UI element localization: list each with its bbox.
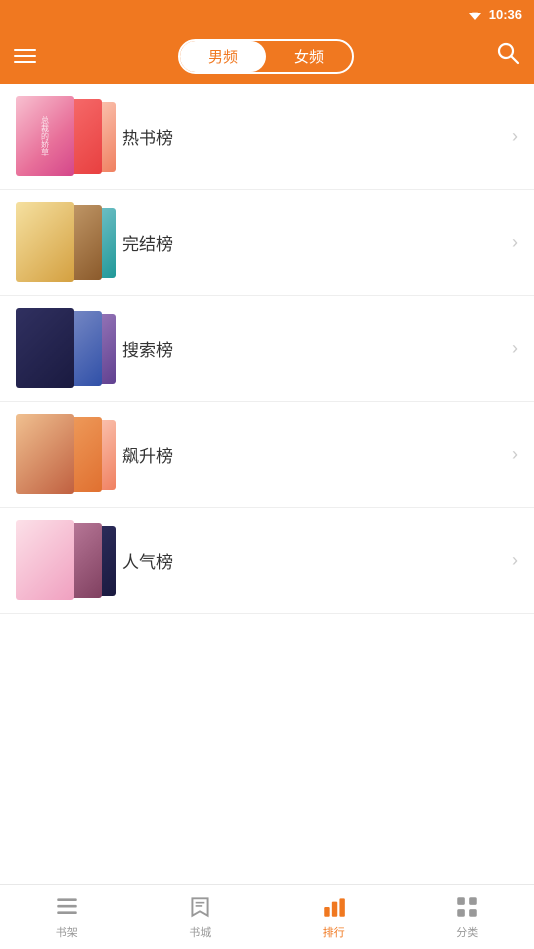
nav-bookshelf-label: 书架	[56, 924, 78, 940]
list-label-rising: 飙升榜	[122, 442, 504, 467]
book-cover-10	[16, 414, 74, 494]
chevron-hot: ›	[512, 126, 518, 147]
book-cover-7	[16, 308, 74, 388]
book-cover-4	[16, 202, 74, 282]
tab-female[interactable]: 女频	[266, 41, 352, 72]
book-covers-search	[16, 306, 106, 391]
categories-icon	[454, 894, 480, 920]
gender-tabs: 男频 女频	[178, 39, 354, 74]
book-covers-popular	[16, 518, 106, 603]
bookstore-icon	[187, 894, 213, 920]
list-label-popular: 人气榜	[122, 548, 504, 573]
status-bar: 10:36	[0, 0, 534, 28]
search-button[interactable]	[496, 41, 520, 71]
list-item-hot-books[interactable]: 总裁的娇草 热书榜 ›	[0, 84, 534, 190]
nav-ranking[interactable]: 排行	[267, 885, 401, 949]
tab-male[interactable]: 男频	[180, 41, 266, 72]
list-label-hot: 热书榜	[122, 124, 504, 149]
book-covers-complete	[16, 200, 106, 285]
nav-categories-label: 分类	[456, 924, 478, 940]
chevron-rising: ›	[512, 444, 518, 465]
chevron-complete: ›	[512, 232, 518, 253]
nav-bookstore[interactable]: 书城	[134, 885, 268, 949]
book-covers-hot: 总裁的娇草	[16, 94, 106, 179]
nav-bookshelf[interactable]: 书架	[0, 885, 134, 949]
nav-categories[interactable]: 分类	[401, 885, 534, 949]
list-item-rising-books[interactable]: 飙升榜 ›	[0, 402, 534, 508]
wifi-icon	[467, 8, 483, 20]
chevron-search: ›	[512, 338, 518, 359]
status-time: 10:36	[489, 7, 522, 22]
search-icon	[496, 41, 520, 65]
bottom-nav: 书架 书城 排行 分类	[0, 884, 534, 949]
nav-bookstore-label: 书城	[189, 924, 211, 940]
ranking-icon	[321, 894, 347, 920]
list-item-popular-books[interactable]: 人气榜 ›	[0, 508, 534, 614]
nav-ranking-label: 排行	[323, 924, 345, 940]
list-label-complete: 完结榜	[122, 230, 504, 255]
header: 男频 女频	[0, 28, 534, 84]
status-icons: 10:36	[467, 7, 522, 22]
list-label-search: 搜索榜	[122, 336, 504, 361]
book-covers-rising	[16, 412, 106, 497]
chevron-popular: ›	[512, 550, 518, 571]
list-item-search-books[interactable]: 搜索榜 ›	[0, 296, 534, 402]
list-item-complete-books[interactable]: 完结榜 ›	[0, 190, 534, 296]
main-content: 总裁的娇草 热书榜 › 完结榜 › 搜索榜 ›	[0, 84, 534, 884]
bookshelf-icon	[54, 894, 80, 920]
menu-button[interactable]	[14, 49, 36, 63]
book-cover-1: 总裁的娇草	[16, 96, 74, 176]
book-cover-13	[16, 520, 74, 600]
